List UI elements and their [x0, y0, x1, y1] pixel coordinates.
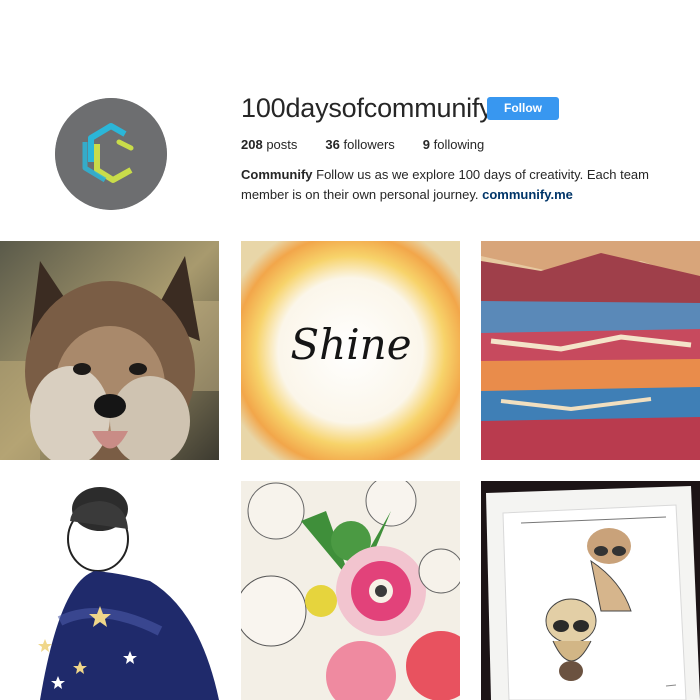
post-tile-starry-cape[interactable]: [0, 481, 219, 700]
starry-cape-image: [0, 481, 219, 700]
profile-bio: Communify Follow us as we explore 100 da…: [241, 165, 681, 205]
shine-text: Shine: [290, 320, 411, 369]
dog-painting-image: [0, 241, 219, 460]
posts-label: posts: [266, 137, 298, 152]
profile-stats: 208 posts 36 followers 9 following: [241, 137, 512, 153]
flowers-illustration-image: [241, 481, 460, 700]
posts-stat: 208 posts: [241, 137, 297, 153]
profile-avatar[interactable]: [55, 98, 167, 210]
post-tile-flowers[interactable]: [241, 481, 460, 700]
follow-button[interactable]: Follow: [487, 97, 559, 120]
post-tile-abstract[interactable]: [481, 241, 700, 460]
post-tile-shine[interactable]: Shine: [241, 241, 460, 460]
profile-header: 100daysofcommunify Follow 208 posts 36 f…: [0, 0, 700, 240]
followers-stat[interactable]: 36 followers: [325, 137, 394, 153]
followers-count: 36: [325, 137, 340, 152]
followers-label: followers: [343, 137, 395, 152]
following-stat[interactable]: 9 following: [423, 137, 484, 153]
shine-watercolor-image: Shine: [241, 241, 460, 460]
profile-username: 100daysofcommunify: [241, 93, 493, 123]
framed-dog-drawing-image: [481, 481, 700, 700]
abstract-painting-image: [481, 241, 700, 460]
bio-name: Communify: [241, 167, 313, 182]
bio-link[interactable]: communify.me: [482, 187, 573, 202]
communify-logo-icon: [55, 98, 167, 210]
post-tile-painted-dog[interactable]: [0, 241, 219, 460]
post-tile-framed-dogs[interactable]: [481, 481, 700, 700]
following-count: 9: [422, 137, 431, 152]
posts-count: 208: [241, 137, 263, 152]
following-label: following: [433, 137, 485, 152]
